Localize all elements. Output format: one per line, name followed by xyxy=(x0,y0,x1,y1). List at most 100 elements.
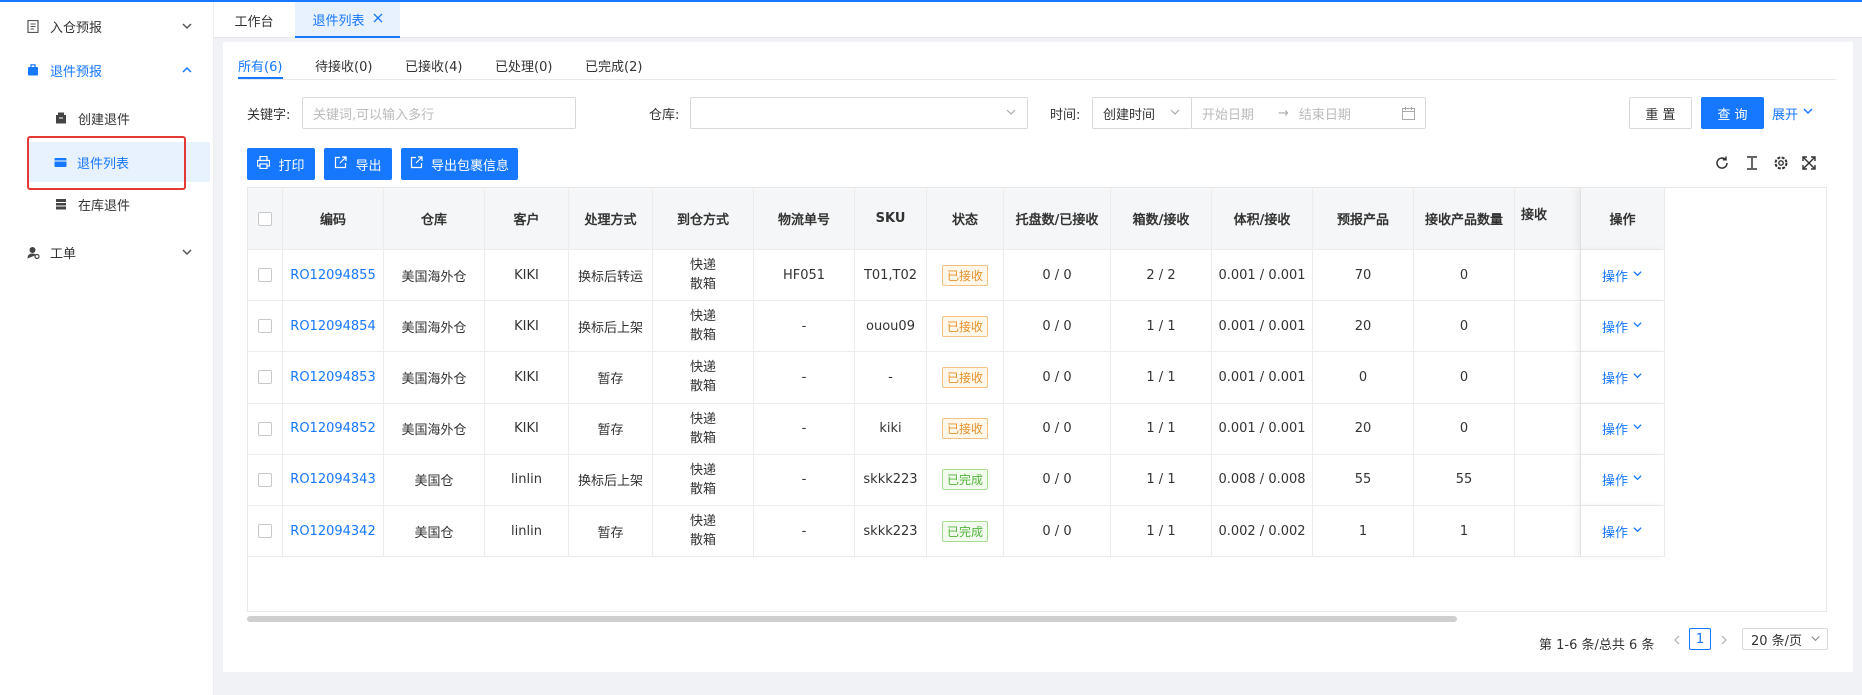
return-code-link[interactable]: RO12094855 xyxy=(290,268,375,283)
cell-pallet: 0 / 0 xyxy=(1004,454,1111,506)
query-button[interactable]: 查 询 xyxy=(1701,97,1764,129)
column-header-volume: 体积/接收 xyxy=(1212,188,1313,250)
print-button[interactable]: 打印 xyxy=(247,148,315,180)
status-tab-processed[interactable]: 已处理(0) xyxy=(495,56,552,75)
sidebar-item-label: 退件预报 xyxy=(50,64,103,80)
cell-actions: 操作 xyxy=(1581,454,1665,506)
cell-checkbox[interactable] xyxy=(248,454,283,506)
action-label: 操作 xyxy=(1601,320,1628,336)
cell-checkbox[interactable] xyxy=(248,301,283,353)
cell-sku: - xyxy=(855,352,927,404)
return-code-link[interactable]: RO12094852 xyxy=(290,421,375,436)
row-action-button[interactable]: 操作 xyxy=(1602,266,1643,285)
checkbox-box[interactable] xyxy=(258,211,272,226)
column-height-icon[interactable] xyxy=(1743,154,1761,172)
page-size-select[interactable]: 20 条/页 xyxy=(1742,628,1828,650)
row-checkbox[interactable] xyxy=(258,268,272,283)
row-action-button[interactable]: 操作 xyxy=(1602,419,1643,438)
cell-warehouse: 美国海外仓 xyxy=(384,301,485,353)
tab-divider xyxy=(238,79,1836,80)
cell-customer: linlin xyxy=(485,454,569,506)
row-checkbox[interactable] xyxy=(258,319,272,334)
column-header-received-qty: 接收产品数量 xyxy=(1414,188,1515,250)
return-code-link[interactable]: RO12094342 xyxy=(290,524,375,539)
row-action-button[interactable]: 操作 xyxy=(1602,317,1643,336)
stock-icon xyxy=(54,197,68,211)
row-checkbox[interactable] xyxy=(258,370,272,385)
chevron-down-icon xyxy=(180,245,194,259)
close-icon[interactable] xyxy=(373,12,383,27)
expand-button[interactable]: 展开 xyxy=(1772,97,1828,129)
cell-checkbox[interactable] xyxy=(248,506,283,558)
tab-workbench[interactable]: 工作台 xyxy=(214,2,294,38)
chevron-down-icon xyxy=(1632,319,1643,334)
sidebar-item-create-return[interactable]: 创建退件 xyxy=(0,98,214,138)
horizontal-scrollbar[interactable] xyxy=(247,616,1457,622)
cell-volume: 0.002 / 0.002 xyxy=(1212,506,1313,558)
row-action-button[interactable]: 操作 xyxy=(1602,470,1643,489)
return-code-link[interactable]: RO12094854 xyxy=(290,319,375,334)
return-code-link[interactable]: RO12094853 xyxy=(290,370,375,385)
fullscreen-icon[interactable] xyxy=(1800,154,1818,172)
select-all-checkbox[interactable] xyxy=(248,188,283,250)
export-package-button[interactable]: 导出包裹信息 xyxy=(401,148,518,180)
sidebar-item-inbound-forecast[interactable]: 入仓预报 xyxy=(0,6,214,46)
chevron-down-icon xyxy=(1632,268,1643,283)
column-header-method: 处理方式 xyxy=(569,188,653,250)
cell-checkbox[interactable] xyxy=(248,403,283,455)
sidebar-item-return-list[interactable]: 退件列表 xyxy=(27,142,210,182)
cell-sku: skkk223 xyxy=(855,454,927,506)
cell-customer: linlin xyxy=(485,506,569,558)
status-tab-all[interactable]: 所有(6) xyxy=(238,56,282,75)
status-badge: 已接收 xyxy=(941,418,988,440)
cell-status: 已完成 xyxy=(927,454,1004,506)
row-action-button[interactable]: 操作 xyxy=(1602,368,1643,387)
cell-code: RO12094852 xyxy=(283,403,384,455)
sidebar-item-return-forecast[interactable]: 退件预报 xyxy=(0,50,214,90)
status-tab-received[interactable]: 已接收(4) xyxy=(405,56,462,75)
refresh-icon[interactable] xyxy=(1713,154,1731,172)
cell-status: 已接收 xyxy=(927,301,1004,353)
sidebar-item-work-order[interactable]: 工单 xyxy=(0,232,214,272)
row-checkbox[interactable] xyxy=(258,421,272,436)
time-type-select[interactable]: 创建时间 xyxy=(1092,97,1192,129)
date-range-picker[interactable]: 开始日期 → 结束日期 xyxy=(1191,97,1426,129)
warehouse-select[interactable] xyxy=(690,97,1028,129)
row-checkbox[interactable] xyxy=(258,524,272,539)
gear-icon[interactable] xyxy=(1772,154,1790,172)
cell-volume: 0.001 / 0.001 xyxy=(1212,301,1313,353)
chevron-left-icon[interactable] xyxy=(1672,634,1682,650)
cell-warehouse: 美国海外仓 xyxy=(384,352,485,404)
cell-checkbox[interactable] xyxy=(248,250,283,302)
chevron-down-icon xyxy=(1802,105,1814,121)
cell-customer: KIKI xyxy=(485,352,569,404)
cell-received xyxy=(1515,250,1581,302)
cell-code: RO12094342 xyxy=(283,506,384,558)
tab-return-list[interactable]: 退件列表 xyxy=(295,2,400,38)
row-checkbox[interactable] xyxy=(258,472,272,487)
document-icon xyxy=(26,19,40,33)
return-code-link[interactable]: RO12094343 xyxy=(290,472,375,487)
sidebar-item-label: 退件列表 xyxy=(77,156,130,172)
cell-sku: T01,T02 xyxy=(855,250,927,302)
cell-checkbox[interactable] xyxy=(248,352,283,404)
start-date-placeholder: 开始日期 xyxy=(1202,107,1255,123)
printer-icon xyxy=(257,155,271,173)
page-button-1[interactable]: 1 xyxy=(1689,628,1711,650)
cell-pallet: 0 / 0 xyxy=(1004,352,1111,404)
reset-button[interactable]: 重 置 xyxy=(1629,97,1692,129)
cell-status: 已接收 xyxy=(927,352,1004,404)
cell-arrival: 快递 散箱 xyxy=(653,506,754,558)
cell-boxes: 2 / 2 xyxy=(1111,250,1212,302)
chevron-right-icon[interactable] xyxy=(1719,634,1729,650)
export-button[interactable]: 导出 xyxy=(324,148,392,180)
cell-sku: ouou09 xyxy=(855,301,927,353)
status-tab-completed[interactable]: 已完成(2) xyxy=(585,56,642,75)
sidebar-item-label: 工单 xyxy=(50,246,77,262)
cell-received-qty: 1 xyxy=(1414,506,1515,558)
sidebar-item-stock-return[interactable]: 在库退件 xyxy=(0,184,214,224)
status-tab-pending[interactable]: 待接收(0) xyxy=(315,56,372,75)
keyword-input[interactable]: 关键词,可以输入多行 xyxy=(302,97,576,129)
row-action-button[interactable]: 操作 xyxy=(1602,522,1643,541)
cell-actions: 操作 xyxy=(1581,301,1665,353)
